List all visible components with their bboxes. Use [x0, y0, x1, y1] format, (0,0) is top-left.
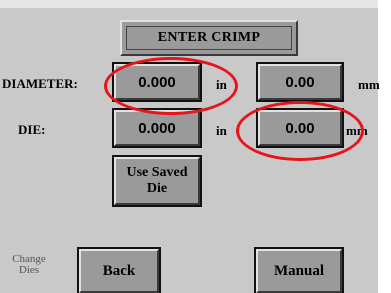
change-dies-button[interactable]: Change Dies: [11, 254, 47, 276]
enter-crimp-title-label: ENTER CRIMP: [126, 26, 292, 50]
diameter-label: DIAMETER:: [2, 76, 78, 91]
crimp-screen: ENTER CRIMP DIAMETER: 0.000 in 0.00 mm D…: [0, 0, 391, 293]
die-mm-field[interactable]: 0.00: [256, 108, 344, 148]
manual-button[interactable]: Manual: [254, 247, 344, 293]
top-strip: [0, 0, 391, 8]
diameter-mm-unit: mm: [358, 77, 380, 92]
use-saved-die-button[interactable]: Use Saved Die: [112, 155, 202, 207]
right-margin: [378, 0, 391, 293]
enter-crimp-title: ENTER CRIMP: [120, 20, 298, 56]
diameter-mm-value: 0.00: [285, 73, 315, 91]
diameter-in-field[interactable]: 0.000: [112, 62, 202, 102]
use-saved-die-line1: Use Saved: [126, 165, 188, 180]
die-mm-value: 0.00: [285, 119, 315, 137]
use-saved-die-line2: Die: [146, 181, 168, 196]
diameter-in-value: 0.000: [138, 73, 176, 91]
die-in-field[interactable]: 0.000: [112, 108, 202, 148]
manual-button-label: Manual: [273, 262, 324, 279]
die-in-unit: in: [216, 123, 227, 138]
change-dies-line2: Dies: [18, 264, 40, 276]
die-in-value: 0.000: [138, 119, 176, 137]
die-mm-unit: mm: [346, 123, 368, 138]
back-button[interactable]: Back: [77, 247, 161, 293]
diameter-mm-field[interactable]: 0.00: [256, 62, 344, 102]
die-label: DIE:: [18, 122, 46, 137]
back-button-label: Back: [102, 262, 136, 279]
diameter-in-unit: in: [216, 77, 227, 92]
